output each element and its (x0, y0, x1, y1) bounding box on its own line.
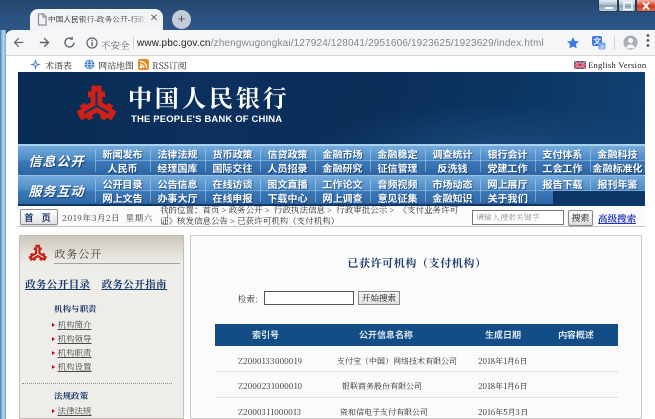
svg-text:a: a (600, 43, 604, 50)
